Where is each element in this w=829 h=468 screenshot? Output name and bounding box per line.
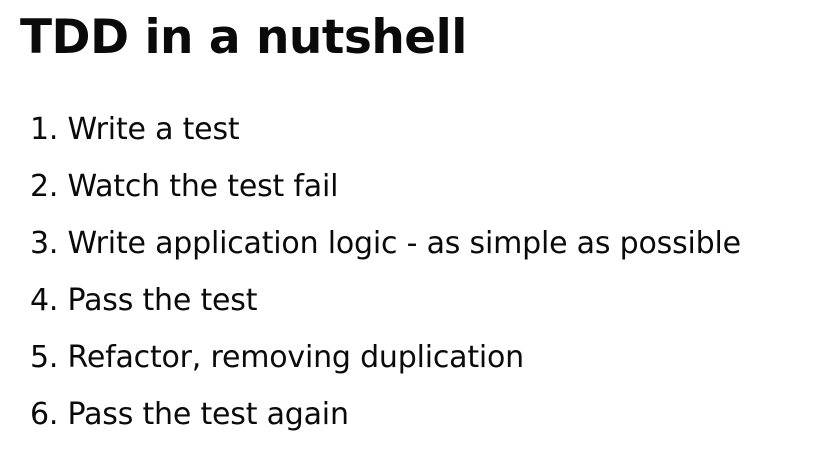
slide-title: TDD in a nutshell — [20, 10, 467, 65]
step-item: 3. Write application logic - as simple a… — [30, 226, 741, 261]
step-item: 4. Pass the test — [30, 283, 258, 318]
slide: TDD in a nutshell 1. Write a test 2. Wat… — [0, 0, 829, 468]
steps-list: 1. Write a test 2. Watch the test fail 3… — [30, 106, 741, 448]
step-item: 6. Pass the test again — [30, 397, 349, 432]
step-item: 5. Refactor, removing duplication — [30, 340, 524, 375]
step-item: 1. Write a test — [30, 112, 240, 147]
step-item: 2. Watch the test fail — [30, 169, 339, 204]
